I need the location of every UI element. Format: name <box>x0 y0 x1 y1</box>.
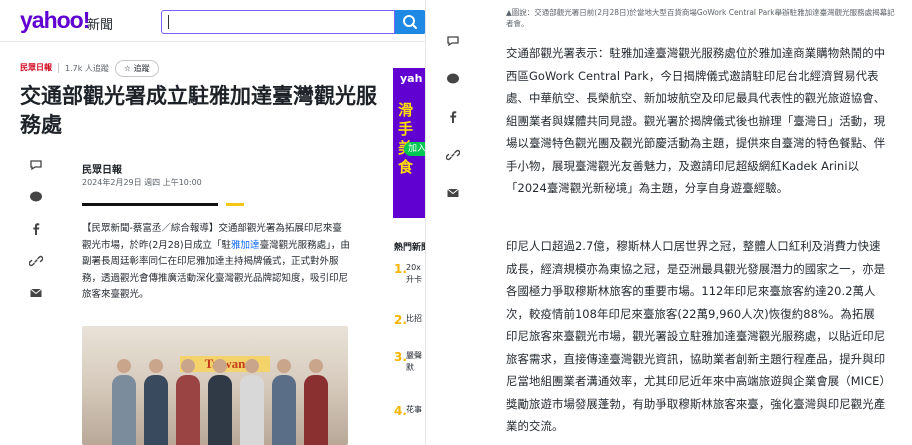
news-section-label[interactable]: 新聞 <box>87 14 113 33</box>
facebook-icon[interactable] <box>445 110 461 126</box>
publisher-logo[interactable]: 民眾日報 <box>20 64 52 72</box>
person-head <box>117 359 131 373</box>
trending-text[interactable]: 嚴聲默 <box>406 350 422 374</box>
person-figure <box>208 375 232 445</box>
share-toolbar <box>445 34 461 224</box>
comment-icon[interactable] <box>445 34 461 50</box>
person-figure <box>304 375 328 445</box>
article-photo[interactable]: Taiwan <box>82 326 348 445</box>
publisher-row: 民眾日報 1.7k 人追蹤 ☆ 追蹤 <box>20 59 159 77</box>
person-head <box>309 359 323 373</box>
search-button[interactable] <box>395 10 425 34</box>
search-icon <box>403 15 417 29</box>
person-figure <box>176 375 200 445</box>
search-input[interactable] <box>161 10 395 34</box>
yahoo-logo[interactable]: yahoo! <box>20 7 90 34</box>
left-article-panel: yahoo! 新聞 民眾日報 1.7k 人追蹤 ☆ 追蹤 交通部觀光署成立駐雅加… <box>0 0 426 445</box>
follow-button[interactable]: ☆ 追蹤 <box>114 59 159 77</box>
ad-headline[interactable]: 滑手美食 <box>398 101 425 177</box>
site-header: yahoo! 新聞 <box>0 0 425 42</box>
person-head <box>213 359 227 373</box>
author-name[interactable]: 民眾日報 <box>82 161 122 176</box>
divider-bar <box>82 203 218 206</box>
photo-caption: ▲圖說：交通部觀光署日前(2月28日)於當地大型百貨商場GoWork Centr… <box>506 8 895 28</box>
person-figure <box>240 375 264 445</box>
email-icon[interactable] <box>445 186 461 202</box>
link-icon[interactable] <box>445 148 461 164</box>
line-icon[interactable] <box>28 190 44 206</box>
divider <box>58 63 59 73</box>
person-head <box>181 359 195 373</box>
trending-rank: 2. <box>394 313 407 327</box>
trending-item[interactable]: 3.嚴聲默 <box>394 350 425 374</box>
divider-accent <box>226 203 244 206</box>
article-lead: 【民眾新聞-蔡富丞／綜合報導】交通部觀光署為拓展印尼來臺觀光市場，於昨(2月28… <box>82 221 350 304</box>
link-icon[interactable] <box>28 254 44 270</box>
trending-text[interactable]: 比招 <box>406 313 422 325</box>
article-paragraph: 交通部觀光署表示：駐雅加達臺灣觀光服務處位於雅加達商業購物熱鬧的中西區GoWor… <box>506 46 886 195</box>
trending-rank: 3. <box>394 350 407 364</box>
person-figure <box>112 375 136 445</box>
person-figure <box>272 375 296 445</box>
ad-join-button[interactable]: 加入 <box>404 142 425 156</box>
person-head <box>149 359 163 373</box>
inline-link[interactable]: 雅加達 <box>231 240 260 251</box>
trending-rank: 4. <box>394 404 407 418</box>
person-figure <box>144 375 168 445</box>
email-icon[interactable] <box>28 286 44 302</box>
person-head <box>245 359 259 373</box>
ad-brand[interactable]: yah <box>400 72 422 85</box>
trending-item[interactable]: 4.花事 <box>394 404 425 423</box>
article-title: 交通部觀光署成立駐雅加達臺灣觀光服務處 <box>20 84 377 137</box>
follower-count: 1.7k 人追蹤 <box>65 63 109 73</box>
share-toolbar <box>28 158 48 318</box>
right-article-panel: ▲圖說：交通部觀光署日前(2月28日)於當地大型百貨商場GoWork Centr… <box>426 0 912 445</box>
trending-text[interactable]: 20x升卡 <box>406 262 422 286</box>
trending-item[interactable]: 2.比招 <box>394 313 425 332</box>
text-caret <box>168 15 169 29</box>
facebook-icon[interactable] <box>28 222 44 238</box>
trending-text[interactable]: 花事 <box>406 404 422 416</box>
trending-item[interactable]: 1.20x升卡 <box>394 262 425 286</box>
person-head <box>277 359 291 373</box>
line-icon[interactable] <box>445 72 461 88</box>
comment-icon[interactable] <box>28 158 44 174</box>
publish-date: 2024年2月29日 週四 上午10:00 <box>82 178 202 187</box>
trending-title: 熱門新聞 <box>394 243 425 253</box>
trending-rank: 1. <box>394 262 407 276</box>
article-paragraph: 印尼人口超過2.7億，穆斯林人口居世界之冠，整體人口紅利及消費力快速成長，經濟規… <box>506 239 886 433</box>
